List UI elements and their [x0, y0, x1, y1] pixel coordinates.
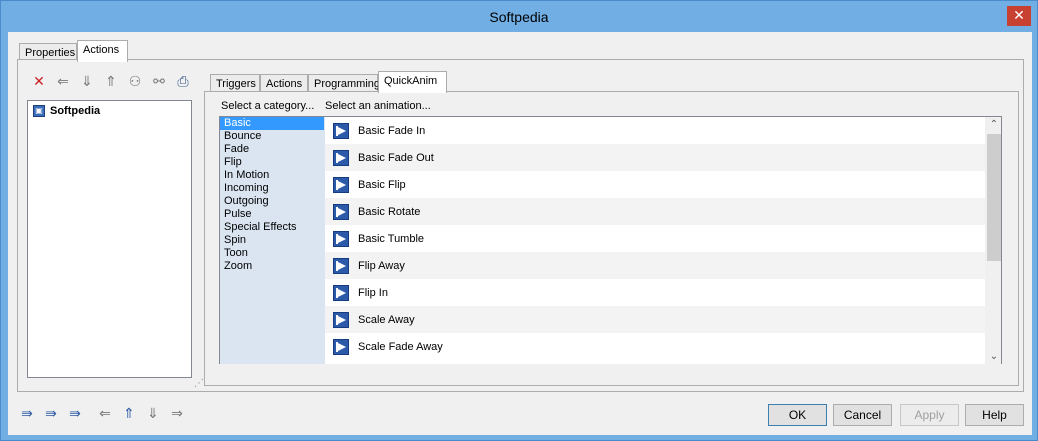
- animation-label: Basic Fade In: [358, 124, 426, 137]
- animation-icon: [333, 149, 349, 166]
- list-item[interactable]: In Motion: [220, 169, 325, 182]
- cancel-button[interactable]: Cancel: [833, 404, 892, 426]
- animation-icon: [333, 338, 349, 355]
- arrow-down-icon[interactable]: ⇓: [77, 72, 97, 92]
- link-icon[interactable]: ⚯: [149, 72, 169, 92]
- help-button[interactable]: Help: [965, 404, 1024, 426]
- animation-label: Basic Rotate: [358, 205, 421, 218]
- vertical-scrollbar[interactable]: ⌃ ⌄: [985, 117, 1001, 364]
- animation-label: Flip Away: [358, 259, 405, 272]
- list-item[interactable]: Incoming: [220, 182, 325, 195]
- animation-label: Scale Away: [358, 313, 415, 326]
- list-item[interactable]: Pulse: [220, 208, 325, 221]
- animation-icon: [333, 176, 349, 193]
- list-item[interactable]: Scale Fade Away: [325, 333, 1001, 360]
- list-item[interactable]: Zoom: [220, 260, 325, 273]
- arrow-left-icon[interactable]: ⇐: [53, 72, 73, 92]
- list-item[interactable]: Basic Flip: [325, 171, 1001, 198]
- category-list[interactable]: Basic Bounce Fade Flip In Motion Incomin…: [219, 116, 325, 364]
- tab-quickanim[interactable]: QuickAnim: [378, 71, 447, 93]
- arrow-up-icon[interactable]: ⇑: [101, 72, 121, 92]
- arrow-up-icon[interactable]: ⇑: [119, 403, 139, 425]
- app-window: Softpedia ✕ Properties Actions ✕ ⇐ ⇓ ⇑ ⚇…: [0, 0, 1038, 441]
- close-button[interactable]: ✕: [1007, 6, 1031, 26]
- animation-label: Flip In: [358, 286, 388, 299]
- animation-label: Basic Flip: [358, 178, 406, 191]
- scroll-up-icon[interactable]: ⌃: [986, 117, 1001, 133]
- list-item[interactable]: Outgoing: [220, 195, 325, 208]
- animation-icon: [333, 257, 349, 274]
- animation-icon: [333, 230, 349, 247]
- animation-list[interactable]: Basic Fade In Basic Fade Out Basic Flip …: [325, 116, 1002, 364]
- list-item[interactable]: Basic Rotate: [325, 198, 1001, 225]
- arrow-left-icon[interactable]: ⇐: [95, 403, 115, 425]
- animation-icon: [333, 203, 349, 220]
- list-item[interactable]: Basic Fade In: [325, 117, 1001, 144]
- tree-item-label: Softpedia: [50, 105, 101, 117]
- page-export-icon[interactable]: ⇛: [41, 403, 61, 425]
- animation-icon: [333, 311, 349, 328]
- list-item[interactable]: Flip: [220, 156, 325, 169]
- animation-header: Select an animation...: [325, 100, 431, 112]
- list-item[interactable]: Flip Away: [325, 252, 1001, 279]
- category-header: Select a category...: [221, 100, 315, 112]
- animation-icon: [333, 122, 349, 139]
- page-icon: ▣: [33, 105, 45, 117]
- window-title: Softpedia: [489, 9, 549, 25]
- ok-button[interactable]: OK: [768, 404, 827, 426]
- list-item[interactable]: Special Effects: [220, 221, 325, 234]
- dialog-client: Properties Actions ✕ ⇐ ⇓ ⇑ ⚇ ⚯ ⎙ ▣ Softp…: [8, 32, 1032, 435]
- page-import-icon[interactable]: ⇛: [17, 403, 37, 425]
- page-edit-icon[interactable]: ⇛: [65, 403, 85, 425]
- list-item[interactable]: Basic Fade Out: [325, 144, 1001, 171]
- animation-icon: [333, 284, 349, 301]
- list-item[interactable]: Toon: [220, 247, 325, 260]
- apply-button[interactable]: Apply: [900, 404, 959, 426]
- arrow-right-icon[interactable]: ⇒: [167, 403, 187, 425]
- print-icon[interactable]: ⎙: [173, 72, 193, 92]
- object-tree[interactable]: ▣ Softpedia: [27, 100, 192, 378]
- title-bar: Softpedia ✕: [1, 1, 1037, 33]
- animation-label: Scale Fade Away: [358, 340, 443, 353]
- delete-icon[interactable]: ✕: [29, 72, 49, 92]
- list-item[interactable]: Scale Away: [325, 306, 1001, 333]
- tree-item-root[interactable]: ▣ Softpedia: [33, 105, 100, 117]
- group-icon[interactable]: ⚇: [125, 72, 145, 92]
- list-item[interactable]: Fade: [220, 143, 325, 156]
- list-item[interactable]: Flip In: [325, 279, 1001, 306]
- scroll-thumb[interactable]: [987, 134, 1001, 261]
- animation-label: Basic Tumble: [358, 232, 425, 245]
- animation-label: Basic Fade Out: [358, 151, 434, 164]
- list-item[interactable]: Bounce: [220, 130, 325, 143]
- list-item[interactable]: Spin: [220, 234, 325, 247]
- scroll-down-icon[interactable]: ⌄: [986, 349, 1001, 364]
- list-item[interactable]: Basic: [220, 117, 324, 130]
- list-item[interactable]: Basic Tumble: [325, 225, 1001, 252]
- arrow-down-icon[interactable]: ⇓: [143, 403, 163, 425]
- tab-actions[interactable]: Actions: [77, 40, 128, 62]
